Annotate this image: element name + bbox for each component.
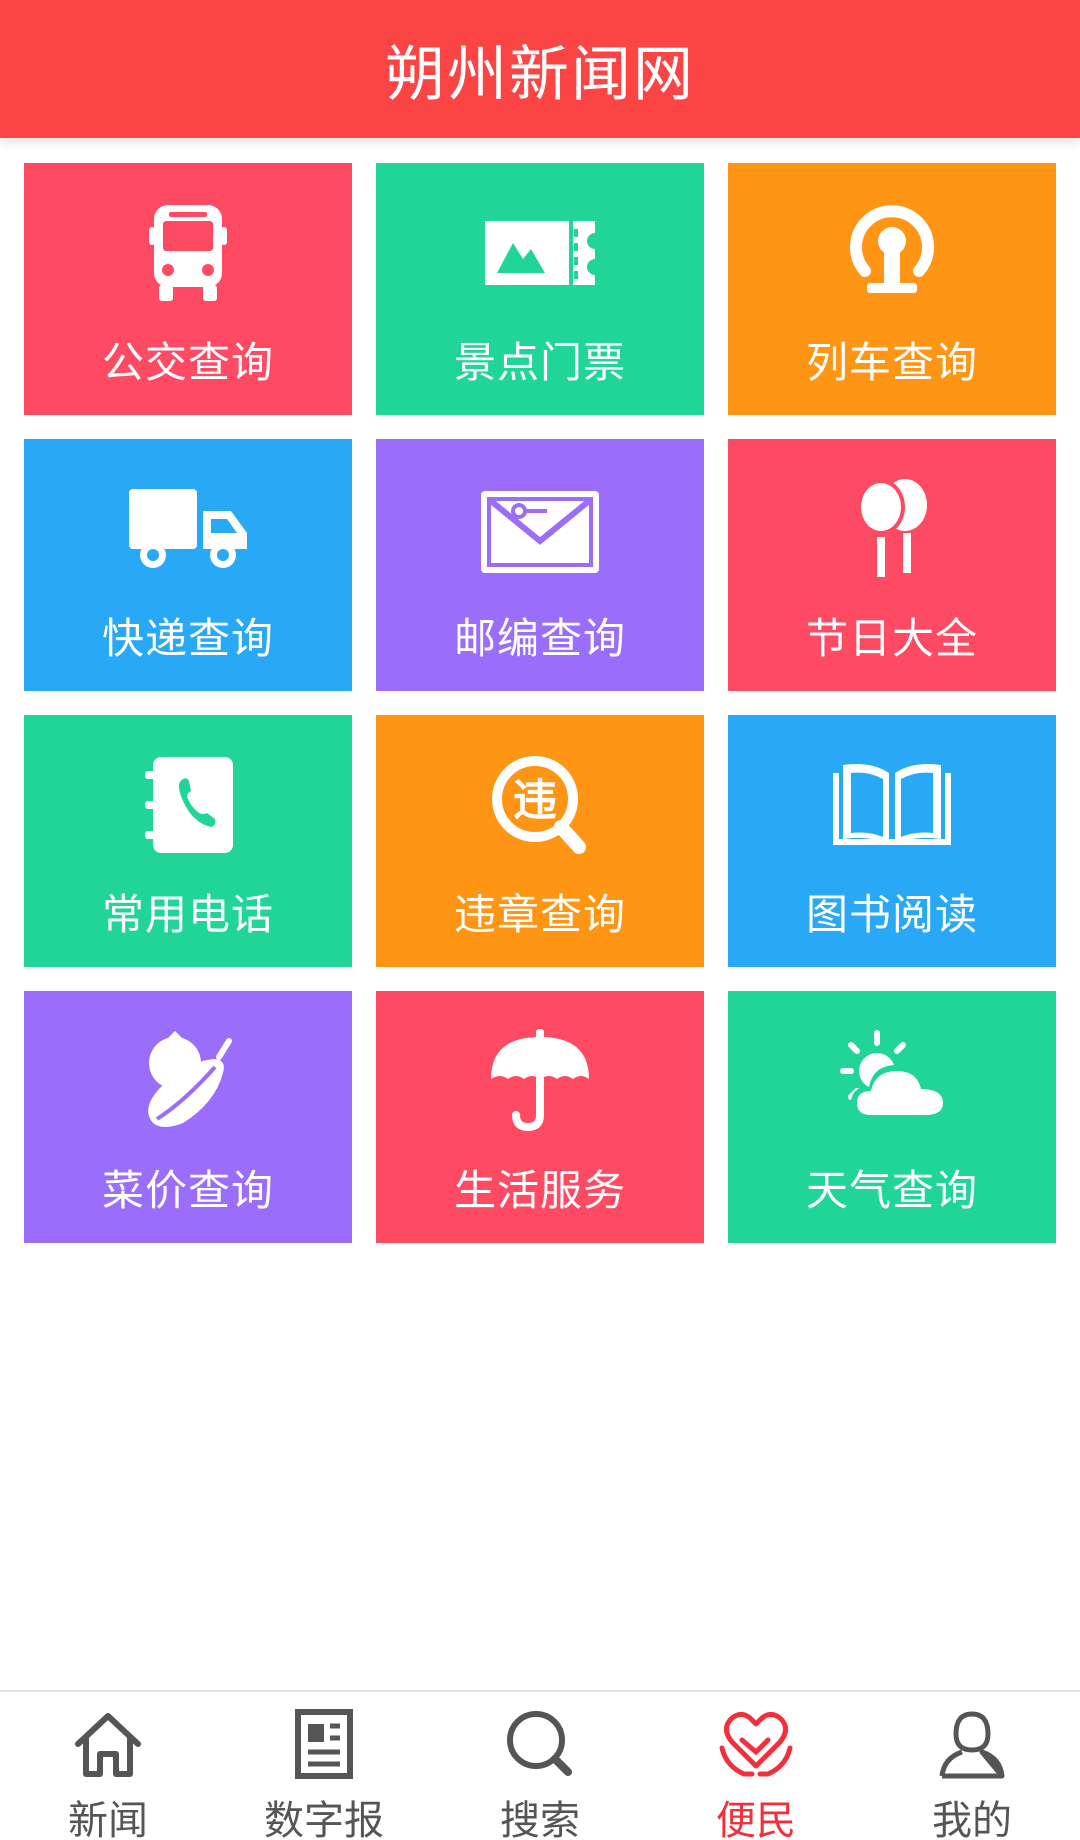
tile-label: 景点门票 bbox=[453, 338, 626, 387]
tile-scenic-tickets[interactable]: 景点门票 bbox=[376, 163, 704, 415]
tile-label: 生活服务 bbox=[453, 1166, 626, 1215]
tile-common-phones[interactable]: 常用电话 bbox=[24, 715, 352, 967]
tab-convenience[interactable]: 便民 bbox=[648, 1692, 864, 1840]
heart-hands-icon bbox=[716, 1704, 796, 1784]
service-grid: 公交查询 景点门票 列车查询 快递查询 邮编查询 节日大全 常用电话 违 违章查… bbox=[24, 163, 1056, 1243]
page-title: 朔州新闻网 bbox=[385, 39, 695, 110]
violation-char: 违 bbox=[513, 775, 557, 826]
tile-label: 公交查询 bbox=[101, 338, 274, 387]
tile-postcode-query[interactable]: 邮编查询 bbox=[376, 439, 704, 691]
truck-icon bbox=[123, 475, 253, 585]
tile-vegetable-prices[interactable]: 菜价查询 bbox=[24, 991, 352, 1243]
tile-label: 违章查询 bbox=[453, 890, 626, 939]
tile-label: 天气查询 bbox=[805, 1166, 978, 1215]
newspaper-icon bbox=[284, 1704, 364, 1784]
weather-icon bbox=[827, 1027, 957, 1137]
tab-label: 数字报 bbox=[264, 1798, 384, 1840]
tile-label: 节日大全 bbox=[805, 614, 978, 663]
tile-label: 菜价查询 bbox=[101, 1166, 274, 1215]
tile-life-services[interactable]: 生活服务 bbox=[376, 991, 704, 1243]
vegetables-icon bbox=[123, 1027, 253, 1137]
tile-label: 列车查询 bbox=[805, 338, 978, 387]
tab-news[interactable]: 新闻 bbox=[0, 1692, 216, 1840]
tab-digital-paper[interactable]: 数字报 bbox=[216, 1692, 432, 1840]
tile-book-reading[interactable]: 图书阅读 bbox=[728, 715, 1056, 967]
tile-label: 快递查询 bbox=[101, 614, 274, 663]
tile-train-query[interactable]: 列车查询 bbox=[728, 163, 1056, 415]
tab-label: 便民 bbox=[716, 1798, 796, 1840]
tile-holidays[interactable]: 节日大全 bbox=[728, 439, 1056, 691]
bus-icon bbox=[123, 199, 253, 309]
search-icon bbox=[500, 1704, 580, 1784]
tile-violation-query[interactable]: 违 违章查询 bbox=[376, 715, 704, 967]
tab-label: 我的 bbox=[932, 1798, 1012, 1840]
train-icon bbox=[827, 199, 957, 309]
tab-label: 新闻 bbox=[68, 1798, 148, 1840]
ticket-icon bbox=[475, 199, 605, 309]
book-icon bbox=[827, 751, 957, 861]
tile-bus-query[interactable]: 公交查询 bbox=[24, 163, 352, 415]
violation-search-icon: 违 bbox=[475, 751, 605, 861]
home-icon bbox=[68, 1704, 148, 1784]
tile-label: 常用电话 bbox=[101, 890, 274, 939]
tab-search[interactable]: 搜索 bbox=[432, 1692, 648, 1840]
tab-mine[interactable]: 我的 bbox=[864, 1692, 1080, 1840]
tile-label: 邮编查询 bbox=[453, 614, 626, 663]
tile-express-query[interactable]: 快递查询 bbox=[24, 439, 352, 691]
tile-weather-query[interactable]: 天气查询 bbox=[728, 991, 1056, 1243]
tile-label: 图书阅读 bbox=[805, 890, 978, 939]
tab-label: 搜索 bbox=[500, 1798, 580, 1840]
top-header: 朔州新闻网 bbox=[0, 0, 1080, 138]
app-root: 朔州新闻网 公交查询 景点门票 列车查询 快递查询 邮编查询 节日大全 常用电话… bbox=[0, 0, 1080, 1840]
bottom-tab-bar: 新闻 数字报 搜索 便民 我的 bbox=[0, 1690, 1080, 1840]
user-icon bbox=[932, 1704, 1012, 1784]
balloons-icon bbox=[827, 475, 957, 585]
envelope-icon bbox=[475, 475, 605, 585]
phonebook-icon bbox=[123, 751, 253, 861]
umbrella-icon bbox=[475, 1027, 605, 1137]
